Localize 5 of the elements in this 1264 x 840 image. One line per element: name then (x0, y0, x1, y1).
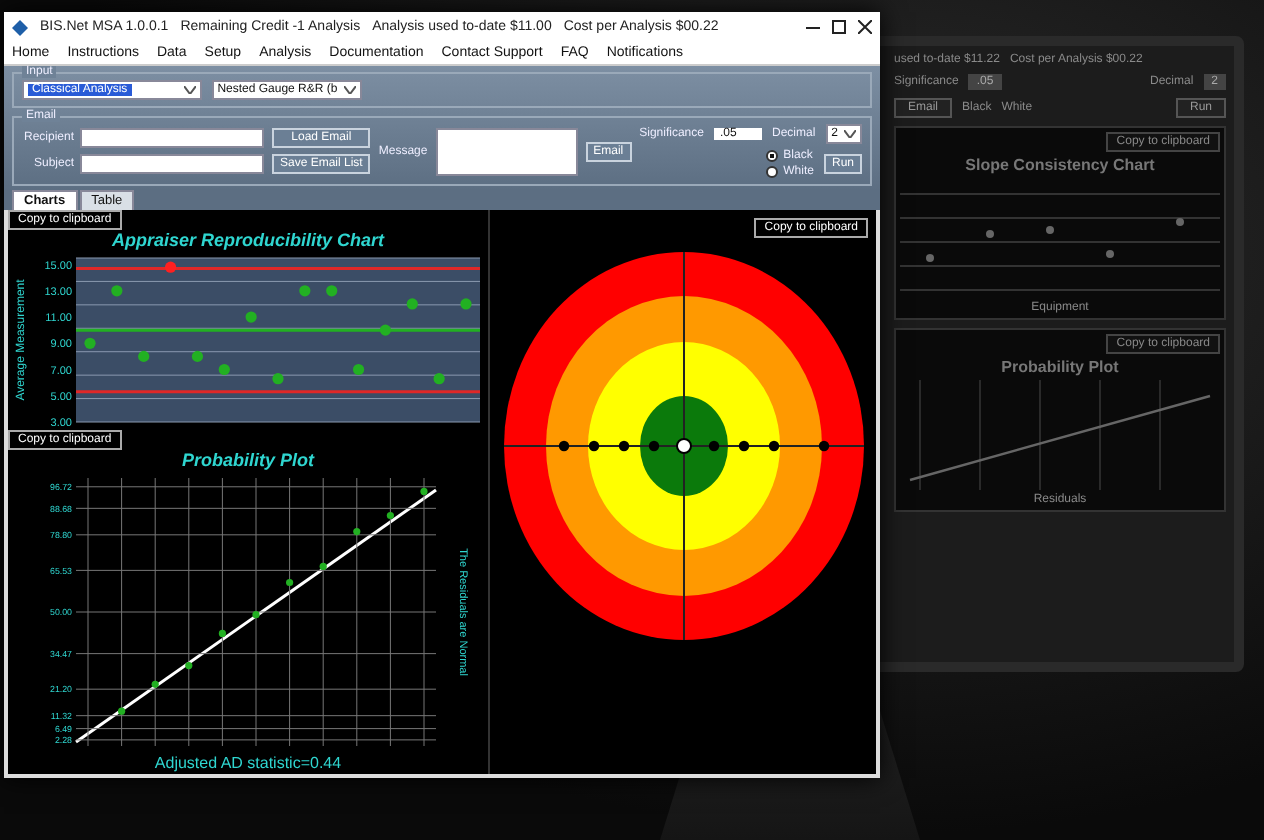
chart-title: Slope Consistency Chart (965, 156, 1155, 174)
statistic-text: Adjusted AD statistic=0.44 (152, 754, 344, 772)
chart-title: Appraiser Reproducibility Chart (109, 230, 387, 250)
chart-title: Probability Plot (179, 450, 317, 470)
chart-title: Probability Plot (1001, 358, 1119, 376)
